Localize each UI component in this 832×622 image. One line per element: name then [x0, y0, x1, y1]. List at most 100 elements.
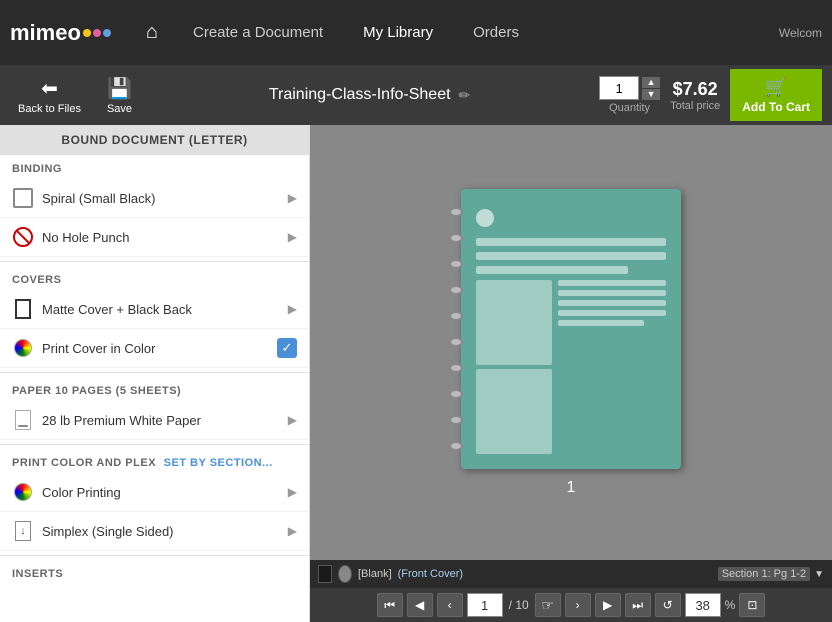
notebook-content: [461, 189, 681, 469]
next-page-button[interactable]: ▶: [595, 593, 621, 617]
notebook-line-1: [476, 238, 666, 246]
nb-block-1: [476, 280, 552, 365]
total-price-label: Total price: [670, 100, 720, 112]
notebook-col-left: [476, 280, 552, 454]
coil-4: [449, 285, 463, 295]
nb-r-line-1: [558, 280, 666, 286]
bottom-status-bar: [Blank] (Front Cover) Section 1: Pg 1-2 …: [310, 560, 832, 588]
no-hole-punch-arrow-icon: ▶: [288, 230, 297, 244]
paper-text: 28 lb Premium White Paper: [42, 413, 280, 428]
notebook-col-right: [558, 280, 666, 454]
nb-r-line-3: [558, 300, 666, 306]
simplex-option[interactable]: Simplex (Single Sided) ▶: [0, 512, 309, 551]
refresh-button[interactable]: ↺: [655, 593, 681, 617]
quantity-label: Quantity: [609, 102, 650, 114]
cart-icon: 🛒: [765, 77, 787, 98]
quantity-stepper[interactable]: ▲ ▼: [642, 77, 660, 100]
coil-7: [449, 363, 463, 373]
nav-orders[interactable]: Orders: [463, 19, 529, 46]
paper-option[interactable]: 28 lb Premium White Paper ▶: [0, 401, 309, 440]
page-thumb-white: [338, 565, 352, 583]
nav-create-document[interactable]: Create a Document: [183, 19, 333, 46]
coil-10: [449, 441, 463, 451]
coil-2: [449, 233, 463, 243]
quantity-down-button[interactable]: ▼: [642, 89, 660, 100]
preview-area: 1: [310, 125, 832, 560]
no-hole-punch-icon: [12, 226, 34, 248]
welcome-text: Welcom: [779, 26, 822, 40]
simplex-icon: [12, 520, 34, 542]
home-button[interactable]: ⌂: [141, 16, 163, 49]
content-area: 1 [Blank] (Front Cover) Section 1: Pg 1-…: [310, 125, 832, 622]
quantity-up-button[interactable]: ▲: [642, 77, 660, 88]
pagination-bar: ⏮ ◀ ‹ / 10 ☞ › ▶ ⏭ ↺ % ⊡: [310, 588, 832, 622]
paper-section-label: PAPER 10 PAGES (5 SHEETS): [0, 377, 309, 401]
page-number: 1: [567, 479, 576, 497]
back-label: Back to Files: [18, 103, 81, 115]
cursor-mode-button[interactable]: ☞: [535, 593, 561, 617]
notebook-circle: [476, 209, 494, 227]
no-hole-punch-option[interactable]: No Hole Punch ▶: [0, 218, 309, 257]
coil-1: [449, 207, 463, 217]
print-color-section-label: PRINT COLOR AND PLEX SET BY SECTION...: [0, 449, 309, 473]
step-forward-button[interactable]: ›: [565, 593, 591, 617]
first-page-button[interactable]: ⏮: [377, 593, 403, 617]
cursor-icon: ☞: [541, 597, 554, 614]
section-chevron-icon[interactable]: ▼: [814, 569, 824, 580]
spiral-binding-preview: [449, 199, 461, 459]
paper-arrow-icon: ▶: [288, 413, 297, 427]
bottom-bar-right: Section 1: Pg 1-2 ▼: [718, 567, 824, 581]
inserts-section-label: INSERTS: [0, 560, 309, 584]
logo-area: mimeo: [10, 20, 111, 46]
zoom-input[interactable]: [685, 593, 721, 617]
no-hole-punch-text: No Hole Punch: [42, 230, 280, 245]
matte-cover-option[interactable]: Matte Cover + Black Back ▶: [0, 290, 309, 329]
color-printing-option[interactable]: Color Printing ▶: [0, 473, 309, 512]
edit-title-icon[interactable]: ✏: [459, 87, 471, 104]
divider-4: [0, 555, 309, 556]
set-by-section-link[interactable]: SET BY SECTION...: [164, 457, 273, 469]
last-page-button[interactable]: ⏭: [625, 593, 651, 617]
top-nav: mimeo ⌂ Create a Document My Library Ord…: [0, 0, 832, 65]
spiral-binding-icon: [12, 187, 34, 209]
color-printing-text: Color Printing: [42, 485, 280, 500]
print-cover-color-text: Print Cover in Color: [42, 341, 269, 356]
page-total: / 10: [509, 598, 529, 612]
sidebar-header: BOUND DOCUMENT (LETTER): [0, 125, 309, 155]
coil-8: [449, 389, 463, 399]
quantity-input[interactable]: [599, 76, 639, 100]
nav-my-library[interactable]: My Library: [353, 19, 443, 46]
nb-r-line-5: [558, 320, 644, 326]
blank-label: [Blank]: [358, 568, 392, 580]
section-badge: Section 1: Pg 1-2: [718, 567, 810, 581]
binding-section-label: BINDING: [0, 155, 309, 179]
nb-r-line-2: [558, 290, 666, 296]
notebook-line-2: [476, 252, 666, 260]
zoom-fit-button[interactable]: ⊡: [739, 593, 765, 617]
zoom-percent: %: [725, 598, 736, 612]
coil-5: [449, 311, 463, 321]
notebook-line-3: [476, 266, 628, 274]
divider-1: [0, 261, 309, 262]
prev-page-button[interactable]: ◀: [407, 593, 433, 617]
toolbar: ⬅ Back to Files 💾 Save Training-Class-In…: [0, 65, 832, 125]
dot-yellow: [83, 29, 91, 37]
add-to-cart-label: Add To Cart: [742, 100, 810, 114]
back-icon: ⬅: [41, 76, 58, 101]
coil-3: [449, 259, 463, 269]
print-color-label: PRINT COLOR AND PLEX: [12, 457, 156, 469]
save-button[interactable]: 💾 Save: [99, 72, 140, 119]
paper-icon: [12, 409, 34, 431]
print-cover-color-option[interactable]: Print Cover in Color ✓: [0, 329, 309, 368]
dot-blue: [103, 29, 111, 37]
save-icon: 💾: [107, 76, 132, 101]
coil-9: [449, 415, 463, 425]
step-back-button[interactable]: ‹: [437, 593, 463, 617]
add-to-cart-button[interactable]: 🛒 Add To Cart: [730, 69, 822, 121]
back-to-files-button[interactable]: ⬅ Back to Files: [10, 72, 89, 119]
notebook-two-col: [476, 280, 666, 454]
spiral-binding-option[interactable]: Spiral (Small Black) ▶: [0, 179, 309, 218]
page-input[interactable]: [467, 593, 503, 617]
print-cover-color-check[interactable]: ✓: [277, 338, 297, 358]
matte-cover-icon: [12, 298, 34, 320]
